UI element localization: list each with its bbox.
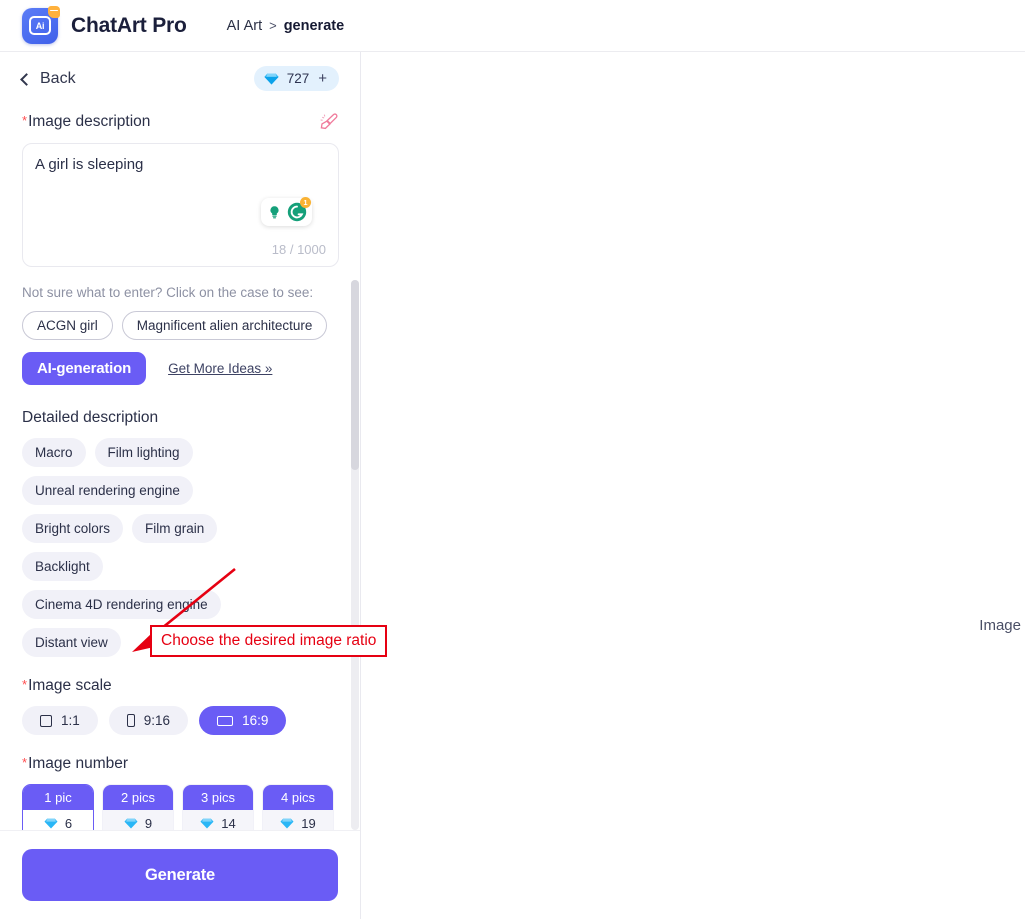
image-description-input[interactable]: A girl is sleeping 1 18 / 1000 [22,143,339,267]
back-label: Back [40,69,76,87]
gem-icon [200,817,215,830]
portrait-icon [126,714,135,727]
image-scale-option-16-9[interactable]: 16:9 [199,706,287,735]
case-hint-text: Not sure what to enter? Click on the cas… [22,285,314,300]
image-number-option-cost: 6 [23,810,93,830]
image-number-option-1-pic[interactable]: 1 pic 6 [22,784,94,830]
sidebar-scroll-region: Back 727 + * Image description A girl is… [0,52,361,830]
cost-value: 9 [144,816,153,830]
grammarly-icon: 1 [286,197,311,223]
image-scale-option-label: 9:16 [143,713,171,728]
image-number-option-label: 1 pic [23,785,93,810]
preview-panel: Image [361,52,1025,919]
tag-distant-view[interactable]: Distant view [22,628,121,657]
grammarly-widget[interactable]: 1 [261,197,312,226]
case-chip-row: ACGN girl Magnificent alien architecture [22,311,339,340]
case-chip-magnificent-alien-architecture[interactable]: Magnificent alien architecture [121,311,328,340]
image-number-option-label: 4 pics [263,785,333,810]
image-number-label: Image number [22,755,128,773]
image-number-option-cost: 9 [103,810,173,830]
cost-value: 6 [64,816,73,830]
image-number-option-2-pics[interactable]: 2 pics 9 [102,784,174,830]
tag-film-lighting[interactable]: Film lighting [94,438,193,467]
image-description-label: Image description [22,113,150,131]
tag-unreal-rendering-engine[interactable]: Unreal rendering engine [22,476,193,505]
breadcrumb: AI Art > generate [227,18,345,34]
ai-generation-button[interactable]: AI-generation [22,352,147,385]
credits-badge[interactable]: 727 + [253,66,339,91]
back-button[interactable]: Back [20,69,76,88]
gem-icon [264,73,279,85]
tag-backlight[interactable]: Backlight [22,552,103,581]
image-description-value: A girl is sleeping [35,156,144,173]
gem-icon [124,817,139,830]
app-header: Ai ChatArt Pro AI Art > generate [0,0,1025,52]
detailed-description-title: Detailed description [22,409,159,426]
image-scale-section: Image scale [22,677,339,695]
image-number-section: Image number [22,755,339,773]
cost-value: 14 [221,816,236,830]
ai-generation-row: AI-generation Get More Ideas » [22,352,339,385]
image-number-option-3-pics[interactable]: 3 pics 14 [182,784,254,830]
get-more-ideas-link[interactable]: Get More Ideas » [168,361,272,376]
app-window: Ai ChatArt Pro AI Art > generate Back 72… [0,0,1025,919]
image-number-option-label: 3 pics [183,785,253,810]
image-number-option-label: 2 pics [103,785,173,810]
case-chip-acgn-girl[interactable]: ACGN girl [22,311,113,340]
annotation-text: Choose the desired image ratio [161,632,377,649]
grammarly-badge: 1 [300,197,311,208]
logo-corner-fold-icon [48,5,60,18]
logo-inner-text: Ai [29,16,51,35]
image-scale-option-9-16[interactable]: 9:16 [108,706,189,735]
image-number-option-cost: 14 [183,810,253,830]
tag-film-grain[interactable]: Film grain [132,514,218,543]
image-scale-options: 1:1 9:16 16:9 [22,706,339,735]
image-description-section: Image description [22,111,339,133]
generate-button[interactable]: Generate [22,849,338,901]
cost-value: 19 [301,816,316,830]
sidebar-top-row: Back 727 + [20,52,339,91]
character-counter: 18 / 1000 [271,242,326,257]
credits-value: 727 [286,71,310,86]
image-scale-option-label: 16:9 [242,713,269,728]
square-icon [40,714,52,727]
preview-panel-label: Image [979,617,1021,634]
sidebar-scrollbar[interactable] [351,280,359,830]
annotation-callout: Choose the desired image ratio [150,625,388,657]
image-number-options: 1 pic 6 2 pics 9 3 pics 14 4 pics 19 [22,784,339,830]
brand-name: ChatArt Pro [71,13,187,37]
lightbulb-icon [265,203,284,222]
brush-icon[interactable] [317,111,339,133]
gem-icon [280,817,295,830]
image-scale-option-label: 1:1 [61,713,80,728]
add-credits-icon[interactable]: + [318,71,327,86]
app-logo-icon: Ai [22,5,60,44]
generate-sidebar: Back 727 + * Image description A girl is… [0,52,361,919]
image-number-option-4-pics[interactable]: 4 pics 19 [262,784,334,830]
image-scale-option-1-1[interactable]: 1:1 [22,706,98,735]
image-scale-label: Image scale [22,677,112,695]
brand-logo[interactable]: Ai ChatArt Pro [22,5,187,44]
tag-macro[interactable]: Macro [22,438,86,467]
sidebar-footer: Generate [0,830,360,919]
sidebar-scrollbar-thumb[interactable] [351,280,359,470]
gem-icon [44,817,59,830]
breadcrumb-separator-icon: > [269,18,277,33]
chevron-left-icon [20,72,33,86]
breadcrumb-root[interactable]: AI Art [227,18,262,34]
breadcrumb-current: generate [283,17,345,34]
tag-bright-colors[interactable]: Bright colors [22,514,124,543]
image-number-option-cost: 19 [263,810,333,830]
landscape-icon [217,715,234,726]
